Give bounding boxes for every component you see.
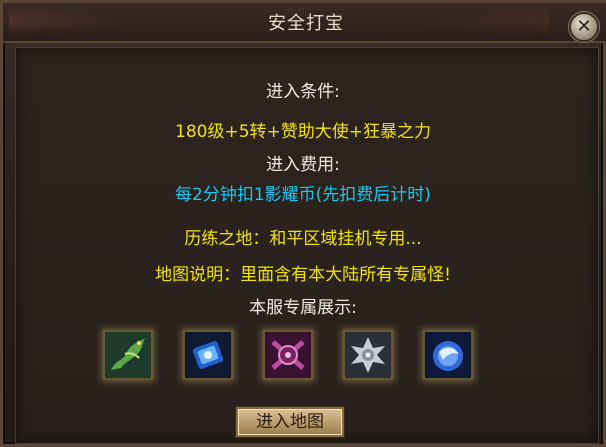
item-slot-blue-orb[interactable] bbox=[423, 330, 473, 380]
enter-map-button[interactable]: 进入地图 bbox=[236, 407, 344, 437]
item-slot-dragon[interactable] bbox=[103, 330, 153, 380]
map-description-text: 地图说明：里面含有本大陆所有专属怪! bbox=[155, 265, 451, 285]
dragon-icon bbox=[105, 332, 151, 378]
title-bar: 安全打宝 ✕ bbox=[3, 3, 606, 43]
item-slot-purple-rune[interactable] bbox=[263, 330, 313, 380]
blue-scroll-icon bbox=[185, 332, 231, 378]
silver-emblem-icon bbox=[345, 332, 391, 378]
item-showcase bbox=[0, 330, 606, 380]
exclusive-showcase-label: 本服专属展示: bbox=[249, 298, 357, 318]
entry-cost-label: 进入费用: bbox=[266, 155, 340, 175]
item-slot-silver-emblem[interactable] bbox=[343, 330, 393, 380]
blue-orb-icon bbox=[425, 332, 471, 378]
entry-condition-value: 180级+5转+赞助大使+狂暴之力 bbox=[175, 122, 431, 142]
item-slot-blue-scroll[interactable] bbox=[183, 330, 233, 380]
entry-condition-label: 进入条件: bbox=[266, 82, 340, 102]
training-ground-text: 历练之地：和平区域挂机专用... bbox=[184, 229, 422, 249]
close-button[interactable]: ✕ bbox=[569, 12, 599, 42]
purple-rune-icon bbox=[265, 332, 311, 378]
entry-cost-value: 每2分钟扣1影耀币(先扣费后计时) bbox=[175, 185, 431, 205]
window-title: 安全打宝 bbox=[268, 13, 344, 34]
